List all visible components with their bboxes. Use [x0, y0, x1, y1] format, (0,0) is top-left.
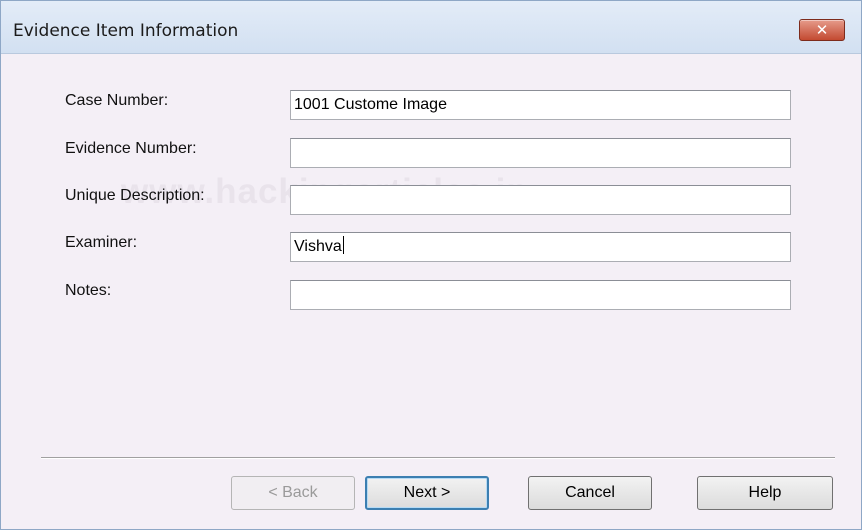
evidence-number-label: Evidence Number: — [65, 140, 197, 157]
unique-description-field[interactable] — [290, 185, 791, 215]
cancel-button[interactable]: Cancel — [528, 476, 652, 510]
cancel-button-label: Cancel — [565, 484, 615, 501]
text-caret — [342, 236, 344, 254]
dialog-window: Evidence Item Information ✕ www.hackinga… — [0, 0, 862, 530]
case-number-value: 1001 Custome Image — [294, 96, 447, 113]
notes-label: Notes: — [65, 282, 112, 299]
case-number-label: Case Number: — [65, 92, 169, 109]
notes-field[interactable] — [290, 280, 791, 310]
divider — [41, 457, 835, 459]
next-button[interactable]: Next > — [365, 476, 489, 510]
dialog-content: www.hackingarticles.in Case Number: 1001… — [1, 54, 861, 529]
title-bar[interactable]: Evidence Item Information ✕ — [1, 1, 861, 54]
help-button[interactable]: Help — [697, 476, 833, 510]
examiner-value: Vishva — [294, 238, 342, 255]
window-title: Evidence Item Information — [13, 21, 239, 41]
case-number-field[interactable]: 1001 Custome Image — [290, 90, 791, 120]
help-button-label: Help — [748, 484, 782, 501]
back-button[interactable]: < Back — [231, 476, 355, 510]
close-button[interactable]: ✕ — [799, 19, 845, 41]
next-button-label: Next > — [403, 484, 451, 501]
close-icon: ✕ — [815, 20, 829, 39]
unique-description-label: Unique Description: — [65, 187, 205, 204]
examiner-field[interactable]: Vishva — [290, 232, 791, 262]
examiner-label: Examiner: — [65, 234, 138, 251]
evidence-number-field[interactable] — [290, 138, 791, 168]
back-button-label: < Back — [268, 484, 318, 501]
